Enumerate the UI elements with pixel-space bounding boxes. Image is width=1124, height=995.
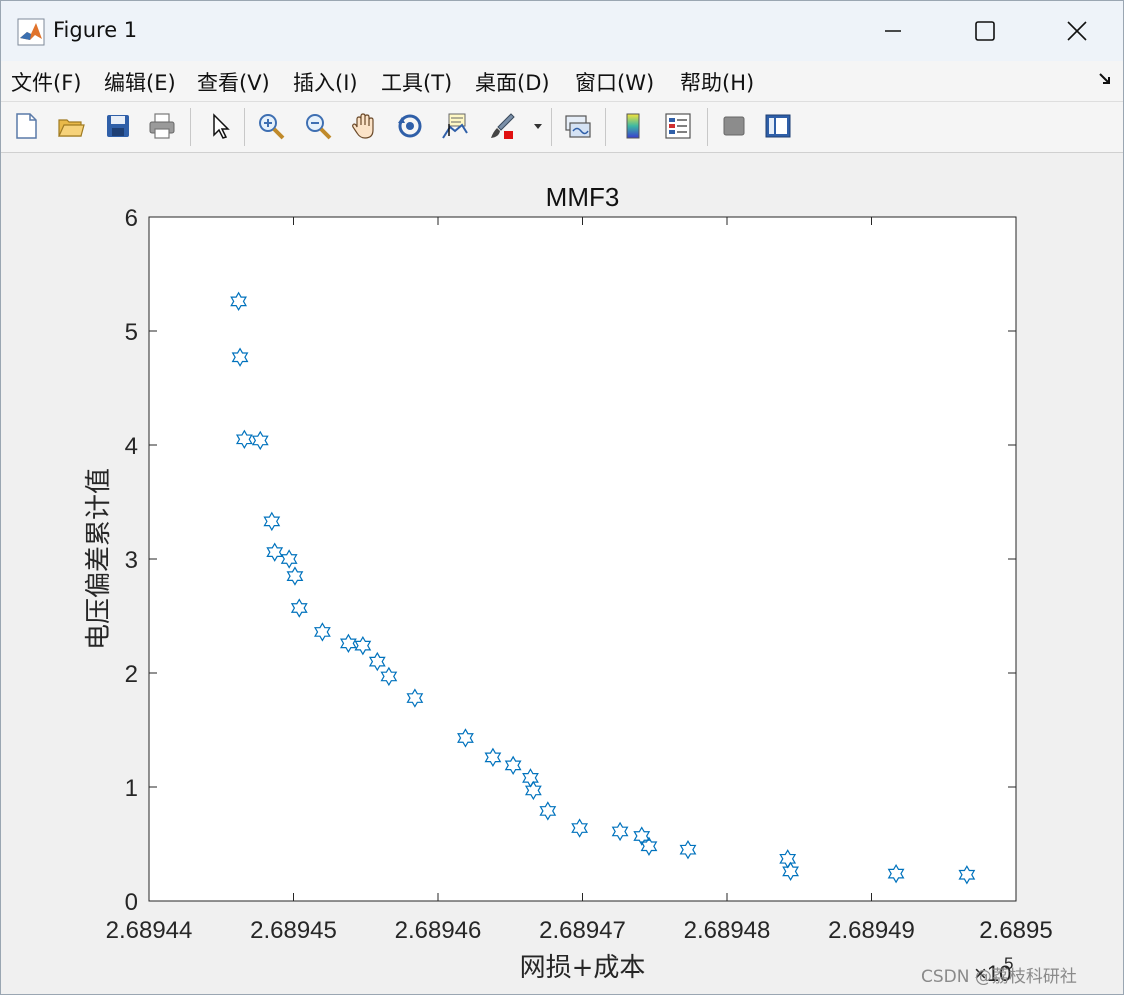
- chart-title: MMF3: [546, 182, 620, 212]
- print-icon: [149, 113, 175, 139]
- watermark-text: CSDN @荔枝科研社: [921, 967, 1077, 987]
- y-tick-label: 2: [125, 661, 138, 688]
- menu-help[interactable]: 帮助(H): [680, 67, 754, 97]
- menu-tools[interactable]: 工具(T): [381, 67, 452, 97]
- menu-desktop[interactable]: 桌面(D): [475, 67, 550, 97]
- menu-insert[interactable]: 插入(I): [293, 67, 358, 97]
- x-tick-label: 2.68944: [106, 917, 193, 944]
- maximize-icon: [975, 21, 995, 41]
- toolbar-separator: [244, 108, 245, 146]
- chevron-down-icon: [534, 124, 542, 129]
- dock-arrow-icon[interactable]: [1097, 71, 1113, 87]
- show-plot-tools-icon: [765, 114, 791, 138]
- figure-window: Figure 1 文件(F) 编辑(E) 查看(V) 插入(I) 工具(T) 桌…: [0, 0, 1124, 995]
- legend-icon: [665, 113, 691, 139]
- menu-view[interactable]: 查看(V): [197, 67, 270, 97]
- y-tick-label: 5: [125, 319, 138, 346]
- brush-dropdown-button[interactable]: [528, 109, 548, 143]
- hide-plot-tools-icon: [723, 116, 745, 136]
- y-tick-label: 1: [125, 775, 138, 802]
- scatter-plot[interactable]: 2.68944 2.68945 2.68946 2.68947 2.68948 2.689…: [1, 153, 1123, 994]
- x-tick-label: 2.68946: [395, 917, 482, 944]
- maximize-button[interactable]: [939, 1, 1031, 61]
- zoom-out-button[interactable]: [301, 109, 335, 143]
- x-tick-label: 2.68948: [684, 917, 771, 944]
- toolbar-separator: [605, 108, 606, 146]
- rotate-button[interactable]: [393, 109, 427, 143]
- x-tick-label: 2.68945: [250, 917, 337, 944]
- y-tick-label: 4: [125, 433, 138, 460]
- insert-colorbar-button[interactable]: [616, 109, 650, 143]
- title-bar: Figure 1: [1, 1, 1123, 61]
- hide-plot-tools-button[interactable]: [717, 109, 751, 143]
- close-icon: [1067, 21, 1087, 41]
- x-axis-label: 网损+成本: [520, 953, 646, 983]
- insert-legend-button[interactable]: [661, 109, 695, 143]
- edit-plot-button[interactable]: [203, 109, 237, 143]
- menu-bar: 文件(F) 编辑(E) 查看(V) 插入(I) 工具(T) 桌面(D) 窗口(W…: [1, 61, 1123, 102]
- rotate-3d-icon: [398, 114, 422, 138]
- window-title: Figure 1: [53, 18, 138, 42]
- brush-icon: [491, 113, 515, 139]
- figure-canvas: 2.68944 2.68945 2.68946 2.68947 2.68948 2.689…: [1, 153, 1123, 994]
- toolbar-separator: [551, 108, 552, 146]
- y-tick-label: 0: [125, 889, 138, 916]
- open-file-icon: [58, 119, 85, 137]
- toolbar-separator: [190, 108, 191, 146]
- x-tick-label: 2.68949: [828, 917, 915, 944]
- print-button[interactable]: [145, 109, 179, 143]
- y-tick-label: 3: [125, 547, 138, 574]
- minimize-icon: [885, 30, 901, 32]
- y-axis-label: 电压偏差累计值: [84, 468, 114, 650]
- new-figure-icon: [16, 113, 37, 139]
- pointer-icon: [213, 113, 230, 139]
- toolbar-separator: [707, 108, 708, 146]
- close-button[interactable]: [1031, 1, 1123, 61]
- pan-button[interactable]: [347, 109, 381, 143]
- data-cursor-icon: [442, 113, 468, 139]
- save-button[interactable]: [101, 109, 135, 143]
- data-cursor-button[interactable]: [438, 109, 472, 143]
- link-plot-button[interactable]: [561, 109, 595, 143]
- zoom-in-icon: [259, 114, 285, 140]
- pan-hand-icon: [352, 113, 374, 139]
- minimize-button[interactable]: [847, 1, 939, 61]
- menu-window[interactable]: 窗口(W): [575, 67, 654, 97]
- link-plot-icon: [565, 115, 591, 138]
- zoom-out-icon: [306, 114, 332, 140]
- x-tick-label: 2.6895: [979, 917, 1052, 944]
- y-tick-label: 6: [125, 205, 138, 232]
- menu-file[interactable]: 文件(F): [11, 67, 81, 97]
- figure-toolbar: [1, 102, 1123, 153]
- plot-axes-box[interactable]: [148, 216, 1017, 902]
- new-figure-button[interactable]: [9, 109, 43, 143]
- colorbar-icon: [626, 113, 640, 139]
- menu-edit[interactable]: 编辑(E): [104, 67, 176, 97]
- save-icon: [107, 115, 129, 137]
- brush-button[interactable]: [485, 109, 519, 143]
- show-plot-tools-button[interactable]: [761, 109, 795, 143]
- zoom-in-button[interactable]: [254, 109, 288, 143]
- open-file-button[interactable]: [54, 109, 88, 143]
- x-tick-label: 2.68947: [539, 917, 626, 944]
- matlab-logo-icon: [17, 18, 45, 46]
